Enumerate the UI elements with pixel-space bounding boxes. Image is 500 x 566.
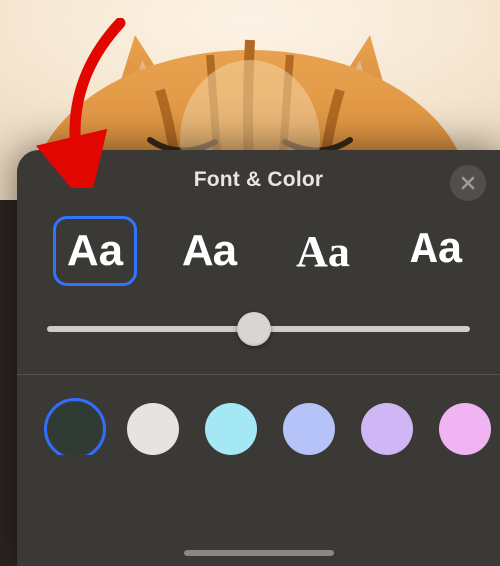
color-option-0[interactable] bbox=[49, 403, 101, 455]
font-option-3[interactable]: Aa bbox=[395, 216, 479, 286]
sheet-header: Font & Color bbox=[17, 150, 500, 210]
font-option-2[interactable]: Aa bbox=[281, 216, 365, 286]
font-sample-text: Aa bbox=[411, 226, 464, 276]
font-sample-text: Aa bbox=[182, 226, 236, 276]
slider-thumb[interactable] bbox=[237, 312, 271, 346]
size-slider[interactable] bbox=[47, 314, 470, 344]
font-options-row: Aa Aa Aa Aa bbox=[17, 210, 500, 286]
font-color-sheet: Font & Color Aa Aa Aa Aa bbox=[17, 150, 500, 566]
close-button[interactable] bbox=[450, 165, 486, 201]
font-sample-text: Aa bbox=[296, 226, 350, 277]
home-indicator[interactable] bbox=[184, 550, 334, 556]
font-option-1[interactable]: Aa bbox=[167, 216, 251, 286]
font-sample-text: Aa bbox=[67, 226, 123, 276]
color-option-4[interactable] bbox=[361, 403, 413, 455]
font-option-0[interactable]: Aa bbox=[53, 216, 137, 286]
color-option-1[interactable] bbox=[127, 403, 179, 455]
color-option-3[interactable] bbox=[283, 403, 335, 455]
color-option-5[interactable] bbox=[439, 403, 491, 455]
size-slider-wrap bbox=[17, 286, 500, 374]
color-option-2[interactable] bbox=[205, 403, 257, 455]
color-options-row bbox=[17, 375, 500, 455]
viewport: Font & Color Aa Aa Aa Aa bbox=[0, 0, 500, 566]
close-icon bbox=[460, 175, 476, 191]
sheet-title: Font & Color bbox=[194, 168, 324, 192]
